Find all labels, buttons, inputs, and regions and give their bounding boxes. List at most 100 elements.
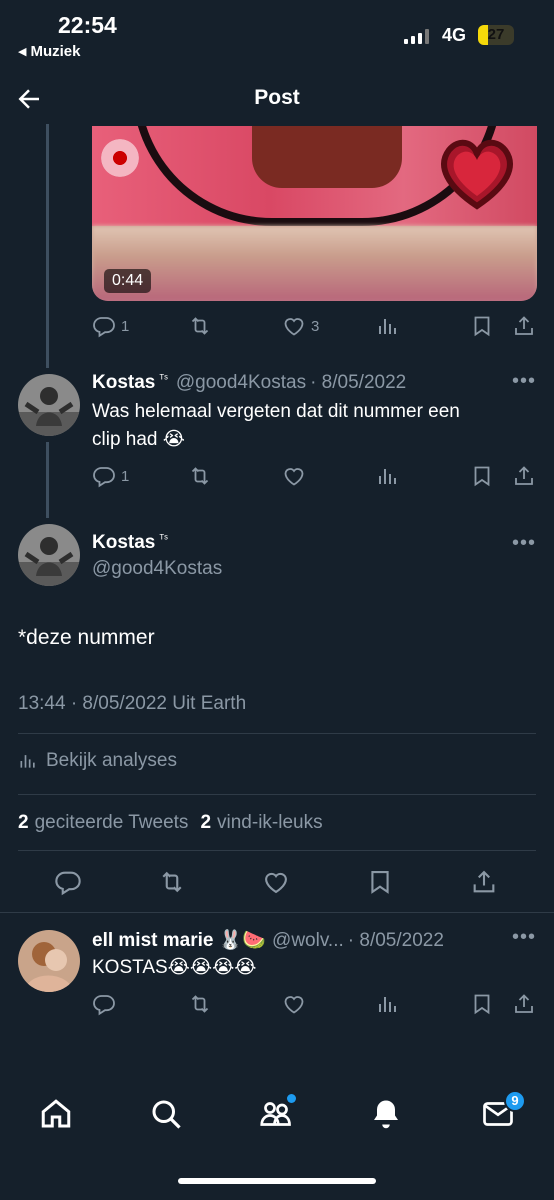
retweet-icon [191, 467, 209, 485]
more-icon[interactable]: ••• [512, 926, 536, 949]
reply-button[interactable] [54, 868, 82, 896]
more-icon[interactable]: ••• [512, 532, 536, 555]
quotes-link[interactable]: geciteerde Tweets [35, 812, 189, 834]
user-handle[interactable]: @good4Kostas [176, 372, 306, 394]
like-button[interactable] [282, 992, 306, 1016]
tab-bar: 9 [0, 1076, 554, 1156]
bookmark-button[interactable] [366, 868, 394, 896]
bookmark-button[interactable] [470, 314, 494, 338]
reply-count: 1 [121, 317, 130, 335]
display-name[interactable]: Kostas [92, 532, 155, 554]
share-button[interactable] [512, 464, 536, 488]
name-badge: ᵀˢ [159, 373, 168, 385]
user-handle[interactable]: @wolv... [272, 930, 344, 952]
name-badge: ᵀˢ [159, 533, 168, 545]
share-icon [515, 316, 533, 335]
share-icon [515, 466, 533, 485]
back-app-label: Muziek [30, 43, 81, 60]
avatar[interactable] [18, 930, 80, 992]
reply-button[interactable]: 1 [92, 464, 129, 488]
post-stats: 2 geciteerde Tweets 2 vind-ik-leuks [18, 812, 323, 834]
back-triangle-icon: ◀ [18, 46, 27, 58]
retweet-button[interactable] [188, 992, 212, 1016]
page-title: Post [254, 86, 300, 109]
tweet-header: Kostas ᵀˢ @good4Kostas · 8/05/2022 [92, 372, 406, 394]
bookmark-icon [474, 316, 490, 337]
messages-tab[interactable]: 9 [480, 1090, 526, 1132]
views-button[interactable] [376, 464, 400, 488]
views-icon [20, 755, 35, 768]
video-thumbnail[interactable]: 0:44 [92, 126, 537, 301]
share-button[interactable] [470, 868, 498, 896]
divider [18, 733, 536, 734]
reply-icon [93, 995, 115, 1016]
quotes-count: 2 [18, 812, 29, 833]
reply-button[interactable] [92, 992, 116, 1016]
notifications-icon[interactable] [368, 1096, 404, 1132]
share-button[interactable] [512, 992, 536, 1016]
share-button[interactable] [512, 314, 536, 338]
view-analytics-button[interactable]: Bekijk analyses [18, 750, 177, 772]
bookmark-icon [474, 466, 490, 487]
signal-icon [404, 29, 429, 44]
bookmark-button[interactable] [470, 464, 494, 488]
reply-button[interactable]: 1 [92, 314, 129, 338]
reply-count: 1 [121, 467, 130, 485]
more-icon[interactable]: ••• [512, 370, 536, 393]
share-icon [515, 994, 533, 1013]
like-button[interactable] [262, 868, 290, 896]
tweet-header: ell mist marie 🐰🍉 @wolv... · 8/05/2022 [92, 928, 444, 952]
reply-icon [93, 467, 115, 488]
views-icon [379, 997, 396, 1012]
user-handle[interactable]: @good4Kostas [92, 558, 222, 580]
views-icon [379, 319, 396, 334]
like-count: 3 [311, 317, 320, 335]
home-indicator[interactable] [178, 1178, 376, 1184]
divider [18, 794, 536, 795]
display-name[interactable]: ell mist marie 🐰🍉 [92, 928, 266, 952]
views-icon [379, 469, 396, 484]
like-icon [284, 996, 304, 1014]
tweet-date: · 8/05/2022 [347, 930, 444, 951]
retweet-icon [191, 995, 209, 1013]
avatar[interactable] [18, 374, 80, 436]
analytics-label: Bekijk analyses [46, 750, 177, 771]
retweet-button[interactable] [188, 464, 212, 488]
bookmark-button[interactable] [470, 992, 494, 1016]
messages-badge: 9 [504, 1090, 526, 1112]
retweet-button[interactable] [188, 314, 212, 338]
retweet-icon [191, 317, 209, 335]
battery-level: 27 [487, 26, 505, 43]
back-to-app-link[interactable]: ◀ Muziek [18, 43, 80, 60]
views-button[interactable] [376, 992, 400, 1016]
thread-line [46, 124, 49, 368]
like-button[interactable]: 3 [282, 314, 319, 338]
post-handle-row: @good4Kostas [92, 558, 222, 580]
like-button[interactable] [282, 464, 306, 488]
retweet-icon [162, 871, 182, 893]
divider [18, 850, 536, 851]
bookmark-icon [474, 994, 490, 1015]
home-icon[interactable] [38, 1096, 74, 1132]
views-button[interactable] [376, 314, 400, 338]
search-icon[interactable] [148, 1096, 184, 1132]
post-author: Kostas ᵀˢ [92, 532, 176, 554]
tweet-text-line: Was helemaal vergeten dat dit nummer een [92, 401, 460, 422]
likes-link[interactable]: vind-ik-leuks [217, 812, 323, 834]
retweet-button[interactable] [158, 868, 186, 896]
bookmark-icon [371, 871, 389, 894]
like-icon [284, 318, 304, 336]
share-icon [473, 870, 495, 893]
status-time: 22:54 [58, 12, 117, 38]
notification-dot [287, 1094, 296, 1103]
reply-icon [93, 317, 115, 338]
status-bar: 22:54 ◀ Muziek 4G 27 [0, 0, 554, 70]
display-name[interactable]: Kostas [92, 372, 155, 394]
post-text: *deze nummer [18, 626, 155, 649]
like-icon [265, 872, 287, 894]
like-icon [284, 468, 304, 486]
heart-decoration [441, 139, 513, 210]
tweet-text-line: clip had 😭 [92, 429, 185, 450]
communities-tab[interactable] [258, 1094, 296, 1132]
avatar[interactable] [18, 524, 80, 586]
